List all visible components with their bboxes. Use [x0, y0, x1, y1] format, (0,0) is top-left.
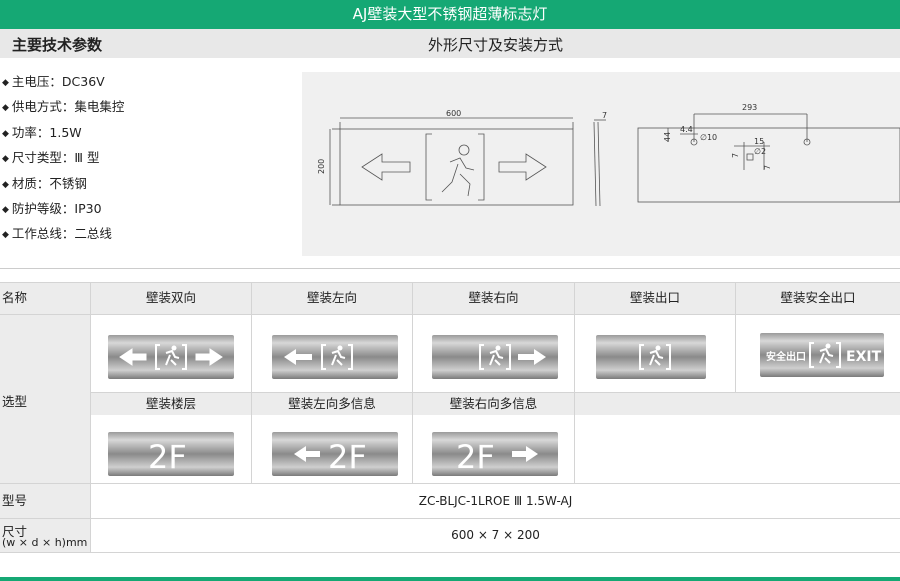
- dim-15-label: 15: [754, 137, 764, 146]
- dim-4-4-label: 4.4: [680, 125, 693, 134]
- product-name-cell: 壁装安全出口: [736, 282, 900, 314]
- dim-height-label: 200: [317, 159, 326, 174]
- spec-power-supply: 供电方式：集电集控: [2, 95, 125, 120]
- sign-left: [272, 335, 398, 379]
- sign-bidirectional: [108, 335, 234, 379]
- table-border: [735, 282, 736, 393]
- spec-size-type: 尺寸类型：Ⅲ 型: [2, 146, 124, 171]
- product-name-cell: 壁装左向: [252, 282, 412, 314]
- model-value: ZC-BLJC-1LROE Ⅲ 1.5W-AJ: [418, 494, 573, 508]
- dim-depth-label: 7: [602, 111, 607, 120]
- table-border: [90, 282, 91, 552]
- size-value: 600 × 7 × 200: [451, 528, 540, 542]
- product-name-cell: 壁装左向多信息: [252, 393, 412, 415]
- page-title: AJ壁装大型不锈钢超薄标志灯: [0, 0, 900, 29]
- table-border: [0, 282, 900, 283]
- sign-left-multi: 2F: [272, 432, 398, 476]
- dim-mount-spacing-label: 293: [742, 103, 757, 112]
- section-header-bar: 主要技术参数 外形尺寸及安装方式: [0, 29, 900, 58]
- table-border: [251, 282, 252, 483]
- spec-power: 功率：1.5W: [2, 121, 124, 146]
- product-name-cell: 壁装右向多信息: [413, 393, 574, 415]
- table-border: [0, 552, 900, 553]
- product-name-cell: 壁装双向: [91, 282, 251, 314]
- dim-width-label: 600: [446, 109, 461, 118]
- dimension-drawing-svg: 600 200 7 293 44 4.4 ∅10 15 7 ∅2 7: [317, 103, 900, 207]
- sign-exit-en-text: EXIT: [846, 349, 882, 365]
- table-border: [91, 392, 900, 393]
- sign-left-multi-graphic: 2F: [294, 438, 367, 476]
- row-label-model-cell: 型号: [0, 484, 90, 518]
- product-name-cell: 壁装右向: [413, 282, 574, 314]
- row-label-size-cell: 尺寸 (w × d × h)mm: [0, 519, 90, 552]
- sign-floor-graphic: 2F: [148, 438, 187, 476]
- specs-list: 主电压：DC36V 供电方式：集电集控 功率：1.5W 尺寸类型：Ⅲ 型 材质：…: [2, 70, 125, 248]
- row-label-selection: 选型: [2, 394, 28, 409]
- footer-accent-line: [0, 577, 900, 581]
- dim-hole-label: ∅10: [700, 133, 717, 142]
- section-divider: [0, 268, 900, 269]
- row-label-selection-cell: 选型: [0, 315, 90, 483]
- sign-exit: [596, 335, 706, 379]
- dim-hole2-label: ∅2: [754, 147, 766, 156]
- row-label-size-units: (w × d × h)mm: [2, 536, 88, 549]
- table-border: [574, 282, 575, 483]
- sign-floor: 2F: [108, 432, 234, 476]
- spec-voltage: 主电压：DC36V: [2, 70, 124, 95]
- dim-7a-label: 7: [731, 153, 740, 158]
- sign-right-multi-graphic: 2F: [456, 438, 538, 476]
- sign-left-graphic: [284, 344, 353, 370]
- sign-safe-exit-cn-text: 安全出口: [766, 350, 806, 363]
- dim-44-label: 44: [663, 132, 672, 142]
- sign-left-multi-text: 2F: [328, 438, 367, 476]
- sign-right-multi-text: 2F: [456, 438, 495, 476]
- sign-floor-text: 2F: [148, 438, 187, 476]
- dimension-drawing: 600 200 7 293 44 4.4 ∅10 15 7 ∅2 7: [302, 72, 900, 256]
- spec-material: 材质：不锈钢: [2, 172, 124, 197]
- table-border: [0, 314, 900, 315]
- sign-exit-graphic: [639, 344, 671, 370]
- product-name-cell: 壁装楼层: [91, 393, 251, 415]
- sign-right-multi: 2F: [432, 432, 558, 476]
- table-border: [0, 518, 900, 519]
- empty-name-cell: [575, 393, 900, 415]
- table-border: [0, 483, 900, 484]
- sign-safe-exit: 安全出口 EXIT: [760, 333, 884, 377]
- sign-bidirectional-graphic: [119, 344, 223, 370]
- product-name-cell: 壁装出口: [575, 282, 735, 314]
- front-panel-outline: [339, 128, 574, 206]
- spec-bus: 工作总线：二总线: [2, 222, 124, 247]
- row-label-name: 名称: [0, 282, 90, 314]
- dim-7b-label: 7: [763, 165, 772, 170]
- specs-heading: 主要技术参数: [12, 36, 103, 54]
- sign-right: [432, 335, 558, 379]
- drawing-heading: 外形尺寸及安装方式: [428, 36, 564, 54]
- spec-protection: 防护等级：IP30: [2, 197, 124, 222]
- sign-safe-exit-graphic: 安全出口 EXIT: [766, 342, 882, 368]
- sign-right-graphic: [479, 344, 546, 370]
- row-label-model: 型号: [2, 493, 28, 508]
- table-border: [412, 282, 413, 483]
